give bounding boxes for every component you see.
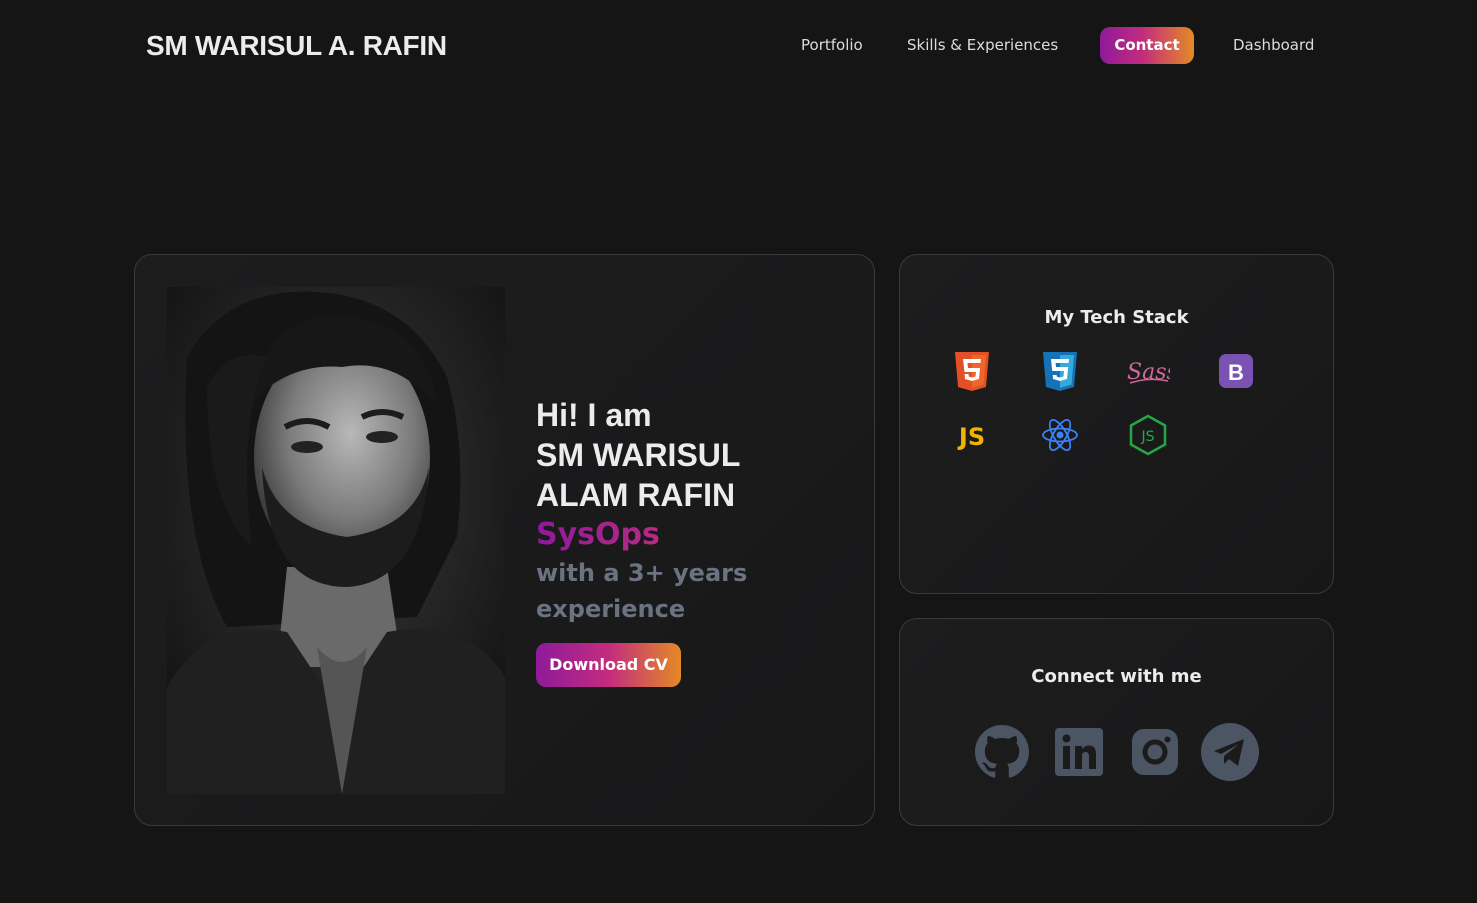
nav-portfolio[interactable]: Portfolio <box>801 27 863 64</box>
hero-name-line2: ALAM RAFIN <box>536 477 736 513</box>
sass-icon: Sass <box>1126 349 1170 393</box>
download-cv-button[interactable]: Download CV <box>536 643 681 687</box>
telegram-icon[interactable] <box>1201 723 1259 781</box>
tech-stack-card: My Tech Stack Sass B JS <box>899 254 1334 594</box>
nav-skills-experiences[interactable]: Skills & Experiences <box>907 27 1058 64</box>
linkedin-icon[interactable] <box>1054 727 1104 777</box>
svg-text:B: B <box>1228 360 1244 385</box>
github-icon[interactable] <box>975 725 1029 779</box>
nav-contact-button[interactable]: Contact <box>1100 27 1194 64</box>
main-nav: Portfolio Skills & Experiences Contact D… <box>0 27 1477 65</box>
hero-experience-line2: experience <box>536 595 686 623</box>
hero-text: Hi! I am SM WARISUL ALAM RAFIN SysOps wi… <box>536 395 856 687</box>
html5-icon <box>950 349 994 393</box>
svg-text:JS: JS <box>957 423 985 451</box>
hero-name-line1: SM WARISUL <box>536 437 741 473</box>
hero-role: SysOps <box>536 515 856 555</box>
nav-dashboard[interactable]: Dashboard <box>1233 27 1314 64</box>
react-icon <box>1038 413 1082 457</box>
connect-card: Connect with me <box>899 618 1334 826</box>
tech-stack-title: My Tech Stack <box>1044 307 1189 328</box>
nodejs-icon: JS <box>1126 413 1170 457</box>
hero-experience-line1: with a 3+ years <box>536 559 748 587</box>
javascript-icon: JS <box>950 413 994 457</box>
hero-card: Hi! I am SM WARISUL ALAM RAFIN SysOps wi… <box>134 254 875 826</box>
bootstrap-icon: B <box>1214 349 1258 393</box>
connect-title: Connect with me <box>1031 666 1202 687</box>
hero-greeting: Hi! I am <box>536 397 652 433</box>
css3-icon <box>1038 349 1082 393</box>
portrait-photo <box>167 287 505 794</box>
svg-text:JS: JS <box>1140 429 1154 445</box>
instagram-icon[interactable] <box>1130 727 1180 777</box>
